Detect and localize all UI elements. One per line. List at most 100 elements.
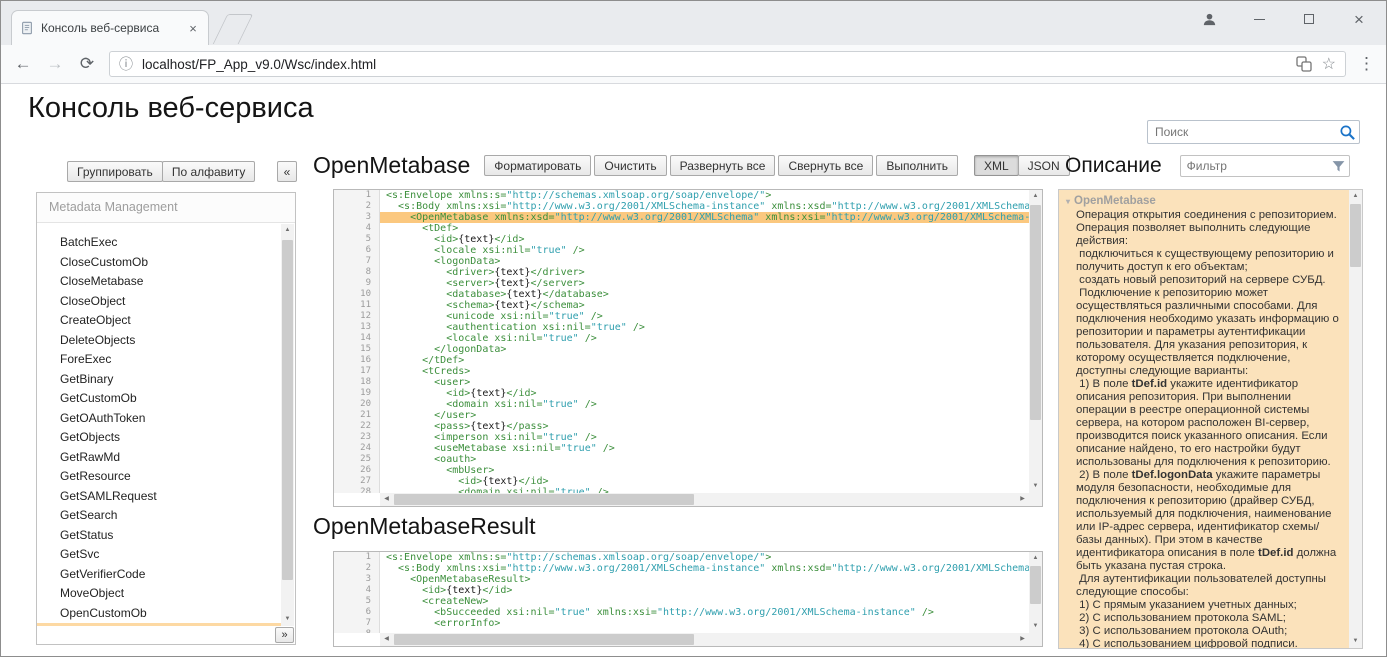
reload-icon[interactable]: ⟳	[77, 54, 97, 74]
scrollbar-thumb[interactable]	[394, 634, 694, 645]
result-editor-vscrollbar[interactable]: ▲▼	[1029, 552, 1042, 633]
execute-button[interactable]: Выполнить	[876, 155, 958, 176]
sidebar-item-OpenMetabase[interactable]: OpenMetabase	[37, 623, 281, 626]
code-line[interactable]: 5 <id>{text}</id>	[334, 234, 1029, 245]
code-line[interactable]: 19 <id>{text}</id>	[334, 388, 1029, 399]
code-line[interactable]: 6 <bSucceeded xsi:nil="true" xmlns:xsi="…	[334, 607, 1029, 618]
search-input[interactable]	[1155, 122, 1334, 142]
code-line[interactable]: 3 <OpenMetabase xmlns:xsd="http://www.w3…	[334, 212, 1029, 223]
translate-icon[interactable]	[1295, 56, 1313, 73]
page-info-icon[interactable]: ⓘ	[119, 54, 133, 74]
address-bar[interactable]: ⓘ localhost/FP_App_v9.0/Wsc/index.html ☆	[109, 51, 1346, 77]
code-line[interactable]: 1<s:Envelope xmlns:s="http://schemas.xml…	[334, 190, 1029, 201]
format-xml-button[interactable]: XML	[974, 155, 1019, 176]
code-line[interactable]: 5 <createNew>	[334, 596, 1029, 607]
scroll-up-icon[interactable]: ▲	[1029, 552, 1042, 565]
request-editor-vscrollbar[interactable]: ▲▼	[1029, 190, 1042, 493]
sidebar-item-CloseMetabase[interactable]: CloseMetabase	[37, 272, 281, 292]
code-line[interactable]: 6 <locale xsi:nil="true" />	[334, 245, 1029, 256]
code-line[interactable]: 9 <server>{text}</server>	[334, 278, 1029, 289]
code-line[interactable]: 7 <errorInfo>	[334, 618, 1029, 629]
code-line[interactable]: 18 <user>	[334, 377, 1029, 388]
sidebar-item-MoveObject[interactable]: MoveObject	[37, 584, 281, 604]
code-line[interactable]: 20 <domain xsi:nil="true" />	[334, 399, 1029, 410]
code-line[interactable]: 2 <s:Body xmlns:xsi="http://www.w3.org/2…	[334, 201, 1029, 212]
sidebar-item-OpenCustomOb[interactable]: OpenCustomOb	[37, 604, 281, 624]
code-line[interactable]: 16 </tDef>	[334, 355, 1029, 366]
code-line[interactable]: 21 </user>	[334, 410, 1029, 421]
list-scrollbar[interactable]: ▲▼	[281, 224, 294, 626]
minimize-button[interactable]	[1248, 9, 1270, 29]
sidebar-item-CloseObject[interactable]: CloseObject	[37, 292, 281, 312]
sidebar-item-GetResource[interactable]: GetResource	[37, 467, 281, 487]
description-section-header[interactable]: ▾ OpenMetabase	[1064, 193, 1341, 209]
browser-tab[interactable]: Консоль веб-сервиса ×	[11, 10, 209, 45]
result-code-editor[interactable]: 1<s:Envelope xmlns:s="http://schemas.xml…	[333, 551, 1043, 647]
clear-button[interactable]: Очистить	[594, 155, 666, 176]
scroll-down-icon[interactable]: ▼	[1029, 480, 1042, 493]
code-line[interactable]: 23 <imperson xsi:nil="true" />	[334, 432, 1029, 443]
scroll-down-icon[interactable]: ▼	[281, 613, 294, 626]
code-line[interactable]: 13 <authentication xsi:nil="true" />	[334, 322, 1029, 333]
filter-icon[interactable]	[1331, 159, 1346, 174]
sidebar-item-GetStatus[interactable]: GetStatus	[37, 526, 281, 546]
scroll-up-icon[interactable]: ▲	[281, 224, 294, 237]
code-line[interactable]: 14 <locale xsi:nil="true" />	[334, 333, 1029, 344]
scroll-left-icon[interactable]: ◀	[380, 493, 393, 506]
forward-icon[interactable]: →	[45, 54, 65, 74]
filter-input[interactable]	[1187, 157, 1325, 175]
code-line[interactable]: 2 <s:Body xmlns:xsi="http://www.w3.org/2…	[334, 563, 1029, 574]
sidebar-item-CreateObject[interactable]: CreateObject	[37, 311, 281, 331]
request-code-editor[interactable]: 1<s:Envelope xmlns:s="http://schemas.xml…	[333, 189, 1043, 507]
code-line[interactable]: 26 <mbUser>	[334, 465, 1029, 476]
code-line[interactable]: 4 <tDef>	[334, 223, 1029, 234]
sidebar-item-GetSvc[interactable]: GetSvc	[37, 545, 281, 565]
sidebar-item-GetRawMd[interactable]: GetRawMd	[37, 448, 281, 468]
sidebar-item-BatchExec[interactable]: BatchExec	[37, 233, 281, 253]
code-line[interactable]: 3 <OpenMetabaseResult>	[334, 574, 1029, 585]
sidebar-item-GetBinary[interactable]: GetBinary	[37, 370, 281, 390]
url-text[interactable]: localhost/FP_App_v9.0/Wsc/index.html	[142, 57, 1286, 72]
code-line[interactable]: 10 <database>{text}</database>	[334, 289, 1029, 300]
scrollbar-thumb[interactable]	[1350, 204, 1361, 267]
scroll-right-icon[interactable]: ▶	[1016, 633, 1029, 646]
expand-panel-button[interactable]: »	[275, 627, 294, 643]
back-icon[interactable]: ←	[13, 54, 33, 74]
kebab-menu-icon[interactable]: ⋮	[1358, 54, 1374, 74]
description-scrollbar[interactable]: ▲▼	[1349, 190, 1362, 648]
alphabetical-button[interactable]: По алфавиту	[162, 161, 256, 182]
profile-icon[interactable]	[1198, 9, 1220, 29]
scroll-down-icon[interactable]: ▼	[1029, 620, 1042, 633]
scroll-right-icon[interactable]: ▶	[1016, 493, 1029, 506]
scrollbar-thumb[interactable]	[1030, 566, 1041, 604]
code-line[interactable]: 25 <oauth>	[334, 454, 1029, 465]
new-tab-button[interactable]	[213, 14, 254, 44]
code-line[interactable]: 7 <logonData>	[334, 256, 1029, 267]
close-button[interactable]: ×	[1348, 9, 1370, 29]
format-json-button[interactable]: JSON	[1018, 155, 1070, 176]
sidebar-item-GetVerifierCode[interactable]: GetVerifierCode	[37, 565, 281, 585]
code-line[interactable]: 22 <pass>{text}</pass>	[334, 421, 1029, 432]
scroll-down-icon[interactable]: ▼	[1349, 635, 1362, 648]
code-line[interactable]: 27 <id>{text}</id>	[334, 476, 1029, 487]
code-line[interactable]: 1<s:Envelope xmlns:s="http://schemas.xml…	[334, 552, 1029, 563]
format-button[interactable]: Форматировать	[484, 155, 591, 176]
code-line[interactable]: 17 <tCreds>	[334, 366, 1029, 377]
request-editor-hscrollbar[interactable]: ◀▶	[380, 493, 1029, 506]
code-line[interactable]: 15 </logonData>	[334, 344, 1029, 355]
scroll-up-icon[interactable]: ▲	[1349, 190, 1362, 203]
expand-all-button[interactable]: Развернуть все	[670, 155, 776, 176]
sidebar-item-GetSAMLRequest[interactable]: GetSAMLRequest	[37, 487, 281, 507]
code-line[interactable]: 11 <schema>{text}</schema>	[334, 300, 1029, 311]
sidebar-item-GetOAuthToken[interactable]: GetOAuthToken	[37, 409, 281, 429]
collapse-panel-button[interactable]: «	[277, 161, 297, 182]
group-button[interactable]: Группировать	[67, 161, 163, 182]
maximize-button[interactable]	[1298, 9, 1320, 29]
tab-close-icon[interactable]: ×	[186, 21, 200, 36]
result-editor-hscrollbar[interactable]: ◀▶	[380, 633, 1029, 646]
sidebar-item-GetSearch[interactable]: GetSearch	[37, 506, 281, 526]
sidebar-item-CloseCustomOb[interactable]: CloseCustomOb	[37, 253, 281, 273]
scroll-left-icon[interactable]: ◀	[380, 633, 393, 646]
scrollbar-thumb[interactable]	[394, 494, 694, 505]
scrollbar-thumb[interactable]	[1030, 205, 1041, 420]
